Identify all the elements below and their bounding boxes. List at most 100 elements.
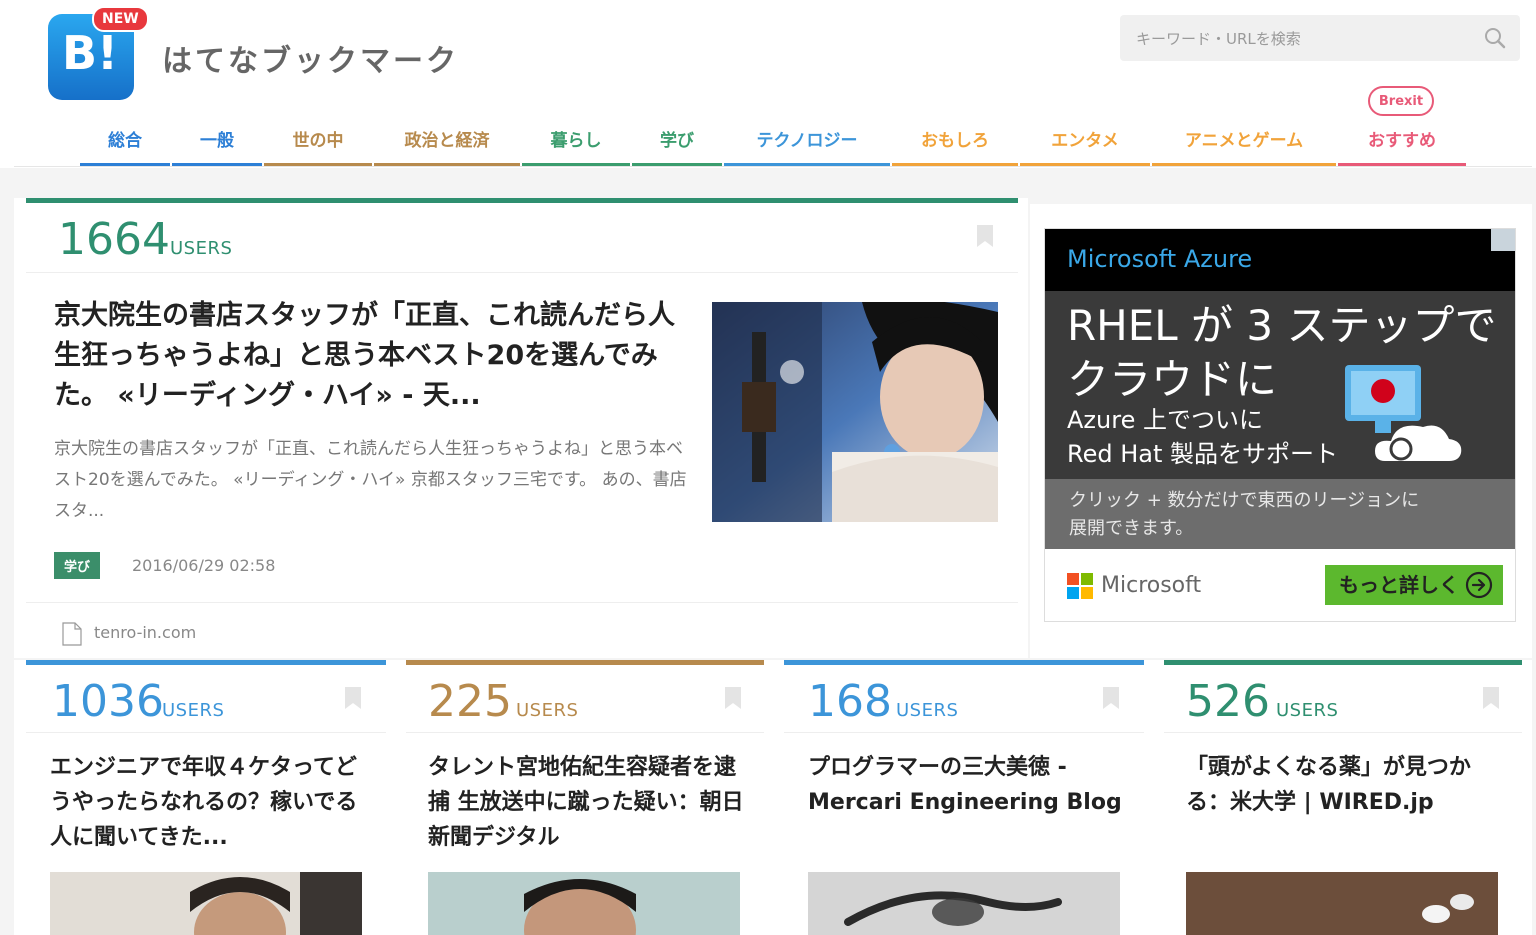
bookmark-icon[interactable] <box>724 686 742 710</box>
nav-tab-label: エンタメ <box>1051 131 1119 151</box>
featured-entry: 1664 USERS 京大院生の書店スタッフが「正直、これ読んだら人生狂っちゃう… <box>14 198 1028 658</box>
featured-date: 2016/06/29 02:58 <box>132 556 276 575</box>
bookmark-icon[interactable] <box>1482 686 1500 710</box>
azure-ad[interactable]: Microsoft Azure RHEL が 3 ステップでクラウドに Azur… <box>1044 228 1516 622</box>
card-users-count[interactable]: 526 <box>1186 676 1270 727</box>
cloud-monitor-icon <box>1345 365 1462 461</box>
ad-strip-text: クリック + 数分だけで東西のリージョンに 展開できます。 <box>1069 487 1419 543</box>
card-thumbnail[interactable] <box>1186 872 1498 935</box>
entry-card: 1036 USERS エンジニアで年収４ケタってどうやったらなれるの？稼いでる人… <box>14 660 396 935</box>
nav-tab-fun[interactable]: おもしろ <box>892 124 1018 166</box>
card-users-label[interactable]: USERS <box>896 700 958 721</box>
featured-divider-bottom <box>26 602 1018 603</box>
card-users-label[interactable]: USERS <box>162 700 224 721</box>
ad-cta-label: もっと詳しく <box>1339 573 1459 597</box>
ad-brand: Microsoft Azure <box>1067 245 1253 273</box>
nav-tab-it[interactable]: テクノロジー <box>724 124 890 166</box>
card-thumbnail[interactable] <box>50 872 362 935</box>
card-accent-bar <box>784 660 1144 665</box>
entry-card: 526 USERS 「頭がよくなる薬」が見つかる：米大学 | WIRED.jp <box>1152 660 1532 935</box>
card-accent-bar <box>26 660 386 665</box>
search-icon[interactable] <box>1484 27 1506 49</box>
nav-tab-life[interactable]: 暮らし <box>522 124 630 166</box>
man-photo-icon <box>428 872 740 935</box>
entry-card: 225 USERS タレント宮地佑紀生容疑者を逮捕 生放送中に蹴った疑い：朝日新… <box>394 660 774 935</box>
nav-tab-social[interactable]: 世の中 <box>264 124 372 166</box>
woman-photo-icon <box>712 302 998 522</box>
nav-tab-entertainment[interactable]: エンタメ <box>1020 124 1150 166</box>
entry-card: 168 USERS プログラマーの三大美徳 - Mercari Engineer… <box>772 660 1154 935</box>
nav-tab-general[interactable]: 総合 <box>80 124 170 166</box>
site-name[interactable]: はてなブックマーク <box>162 36 459 80</box>
nav-tab-label: おすすめ <box>1368 131 1436 151</box>
card-thumbnail[interactable] <box>428 872 740 935</box>
nav-tab-label: おもしろ <box>921 131 989 151</box>
nav-tab-label: 総合 <box>108 131 142 151</box>
ad-sub-line2: Red Hat 製品をサポート <box>1067 440 1339 468</box>
category-nav: 総合 一般 世の中 政治と経済 暮らし 学び テクノロジー おもしろ エンタメ … <box>0 112 1536 168</box>
search-input[interactable] <box>1134 25 1468 53</box>
nav-tab-knowledge[interactable]: 学び <box>632 124 722 166</box>
ad-strip-line1: クリック + 数分だけで東西のリージョンに <box>1069 490 1420 511</box>
card-title[interactable]: タレント宮地佑紀生容疑者を逮捕 生放送中に蹴った疑い：朝日新聞デジタル <box>428 750 744 855</box>
glasses-photo-icon <box>808 872 1120 935</box>
nav-tab-label: 世の中 <box>292 131 344 151</box>
bookmark-icon[interactable] <box>976 224 994 248</box>
logo-text: B! <box>62 26 119 80</box>
ad-info-icon[interactable] <box>1491 229 1515 251</box>
card-users-label[interactable]: USERS <box>516 700 578 721</box>
card-users-count[interactable]: 1036 <box>52 676 164 727</box>
ad-strip: クリック + 数分だけで東西のリージョンに 展開できます。 <box>1045 479 1515 549</box>
featured-excerpt: 京大院生の書店スタッフが「正直、これ読んだら人生狂っちゃうよね」と思う本ベスト2… <box>54 439 687 521</box>
microsoft-logo-icon <box>1067 573 1093 599</box>
header-divider <box>14 166 1532 167</box>
ad-footer: Microsoft もっと詳しく <box>1045 549 1515 621</box>
featured-divider <box>26 272 1018 273</box>
arrow-right-circle-icon <box>1465 571 1493 599</box>
nav-tab-label: 一般 <box>200 131 234 151</box>
card-users-count[interactable]: 168 <box>808 676 892 727</box>
nav-tab-game[interactable]: アニメとゲーム <box>1152 124 1336 166</box>
ad-sub-line1: Azure 上でついに <box>1067 406 1263 434</box>
nav-tab-label: 暮らし <box>550 131 602 151</box>
pills-photo-icon <box>1186 872 1498 935</box>
category-tag[interactable]: 学び <box>54 552 101 579</box>
ad-cta-button[interactable]: もっと詳しく <box>1325 565 1503 605</box>
nav-tab-label: アニメとゲーム <box>1184 131 1304 151</box>
bookmark-icon[interactable] <box>344 686 362 710</box>
card-thumbnail[interactable] <box>808 872 1120 935</box>
bookmark-icon[interactable] <box>1102 686 1120 710</box>
featured-domain[interactable]: tenro-in.com <box>94 623 196 642</box>
featured-users-label[interactable]: USERS <box>170 238 232 259</box>
nav-tab-economics[interactable]: 政治と経済 <box>374 124 520 166</box>
card-title[interactable]: エンジニアで年収４ケタってどうやったらなれるの？稼いでる人に聞いてきた... <box>50 750 366 855</box>
nav-tab-label: テクノロジー <box>756 131 858 151</box>
card-divider <box>784 732 1144 733</box>
card-accent-bar <box>406 660 764 665</box>
ad-strip-line2: 展開できます。 <box>1069 518 1194 539</box>
ad-company: Microsoft <box>1101 573 1202 598</box>
nav-tab-label: 政治と経済 <box>404 131 490 151</box>
site-header: B! NEW はてなブックマーク Brexit 総合 一般 世の中 政治と経済 … <box>0 0 1536 168</box>
card-title[interactable]: 「頭がよくなる薬」が見つかる：米大学 | WIRED.jp <box>1186 750 1502 820</box>
card-divider <box>1164 732 1522 733</box>
document-icon <box>62 622 82 646</box>
featured-title[interactable]: 京大院生の書店スタッフが「正直、これ読んだら人生狂っちゃうよね」と思う本ベスト2… <box>54 296 694 416</box>
nav-tab-label: 学び <box>660 131 694 151</box>
ad-header: Microsoft Azure <box>1045 229 1515 291</box>
card-users-count[interactable]: 225 <box>428 676 512 727</box>
new-badge: NEW <box>92 6 149 32</box>
card-divider <box>26 732 386 733</box>
card-users-label[interactable]: USERS <box>1276 700 1338 721</box>
card-accent-bar <box>1164 660 1522 665</box>
card-title[interactable]: プログラマーの三大美徳 - Mercari Engineering Blog <box>808 750 1124 820</box>
ad-sub: Azure 上でついに Red Hat 製品をサポート <box>1067 403 1338 471</box>
nav-tab-ippan[interactable]: 一般 <box>172 124 262 166</box>
man-photo-icon <box>50 872 362 935</box>
card-divider <box>406 732 764 733</box>
nav-tab-recommend[interactable]: おすすめ <box>1338 124 1466 166</box>
ad-body: RHEL が 3 ステップでクラウドに Azure 上でついに Red Hat … <box>1045 291 1515 479</box>
featured-users-count[interactable]: 1664 <box>58 214 170 265</box>
search-box <box>1120 15 1520 61</box>
featured-thumbnail[interactable] <box>712 302 998 522</box>
